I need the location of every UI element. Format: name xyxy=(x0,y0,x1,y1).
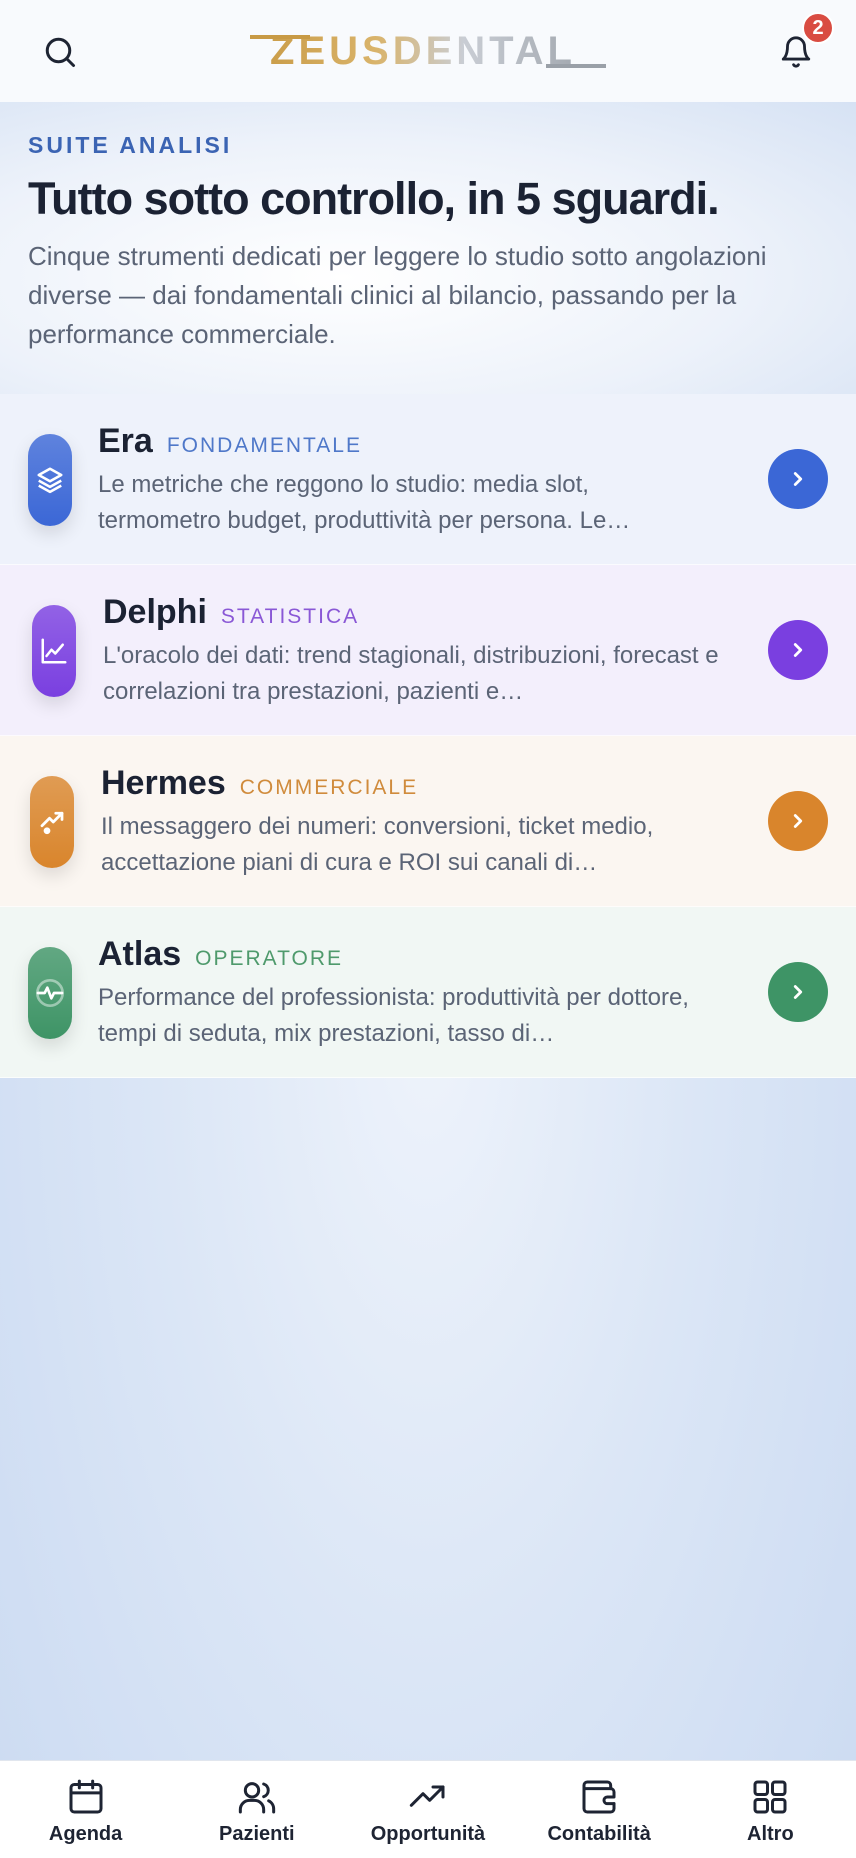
trending-up-icon xyxy=(40,811,64,835)
hermes-icon-pill xyxy=(30,776,74,868)
tool-tag: OPERATORE xyxy=(195,947,344,970)
chevron-right-icon xyxy=(793,472,803,486)
chevron-right-icon xyxy=(793,814,803,828)
grid-icon xyxy=(753,1780,787,1814)
tool-tag: COMMERCIALE xyxy=(239,776,419,799)
tool-title: Hermes xyxy=(101,764,226,802)
trending-up-icon xyxy=(409,1785,445,1807)
notification-badge: 2 xyxy=(802,12,834,44)
nav-item-contabilita[interactable]: Contabilità xyxy=(514,1761,685,1846)
notifications-button[interactable]: 2 xyxy=(772,12,834,76)
tool-title: Atlas xyxy=(98,935,182,973)
nav-item-altro[interactable]: Altro xyxy=(685,1761,856,1846)
open-delphi-button[interactable] xyxy=(768,620,828,680)
delphi-icon-pill xyxy=(32,605,76,697)
search-button[interactable] xyxy=(36,28,84,76)
search-icon xyxy=(45,37,75,67)
hero-subtitle: Cinque strumenti dedicati per leggere lo… xyxy=(28,241,767,349)
nav-item-pazienti[interactable]: Pazienti xyxy=(171,1761,342,1846)
open-era-button[interactable] xyxy=(768,449,828,509)
hero-eyebrow: SUITE ANALISI xyxy=(28,132,233,158)
open-atlas-button[interactable] xyxy=(768,962,828,1022)
nav-item-opportunita[interactable]: Opportunità xyxy=(342,1761,513,1846)
chevron-right-icon xyxy=(793,643,803,657)
tool-card-hermes[interactable]: Hermes COMMERCIALE Il messaggero dei num… xyxy=(0,736,856,907)
open-hermes-button[interactable] xyxy=(768,791,828,851)
tool-card-era[interactable]: Era FONDAMENTALE Le metriche che reggono… xyxy=(0,394,856,565)
nav-label: Altro xyxy=(747,1823,794,1845)
nav-label: Contabilità xyxy=(547,1823,651,1845)
tool-card-atlas[interactable]: Atlas OPERATORE Performance del professi… xyxy=(0,907,856,1078)
tool-card-delphi[interactable]: Delphi STATISTICA L'oracolo dei dati: tr… xyxy=(0,565,856,736)
atlas-icon-pill xyxy=(28,947,72,1039)
nav-item-agenda[interactable]: Agenda xyxy=(0,1761,171,1846)
analysis-tools-list: Era FONDAMENTALE Le metriche che reggono… xyxy=(0,394,856,1078)
page-title: Tutto sotto controllo, in 5 sguardi. xyxy=(28,173,720,224)
tool-tag: FONDAMENTALE xyxy=(166,434,362,457)
nav-label: Opportunità xyxy=(370,1823,486,1845)
nav-label: Agenda xyxy=(48,1823,123,1845)
bottom-navigation: Agenda Pazienti Opportunità Contabilità … xyxy=(0,1760,856,1858)
tool-description: Il messaggero dei numeri: conversioni, t… xyxy=(101,813,654,876)
wallet-icon xyxy=(582,1780,616,1814)
era-icon-pill xyxy=(28,434,72,526)
layers-icon xyxy=(37,467,63,494)
tool-description: Le metriche che reggono lo studio: media… xyxy=(98,471,631,534)
tool-description: Performance del professionista: produtti… xyxy=(98,984,689,1047)
tool-title: Delphi xyxy=(103,593,207,631)
users-icon xyxy=(238,1782,275,1814)
top-bar: ZEUSDENTAL 2 xyxy=(0,0,856,102)
hero-section: SUITE ANALISI Tutto sotto controllo, in … xyxy=(0,102,856,394)
app-logo: ZEUSDENTAL xyxy=(250,29,606,74)
line-chart-icon xyxy=(41,638,67,664)
calendar-icon xyxy=(69,1779,103,1814)
pulse-icon xyxy=(36,979,64,1007)
tool-title: Era xyxy=(98,422,153,460)
tool-description: L'oracolo dei dati: trend stagionali, di… xyxy=(103,642,719,705)
nav-label: Pazienti xyxy=(218,1823,295,1845)
chevron-right-icon xyxy=(793,985,803,999)
tool-tag: STATISTICA xyxy=(220,605,360,628)
